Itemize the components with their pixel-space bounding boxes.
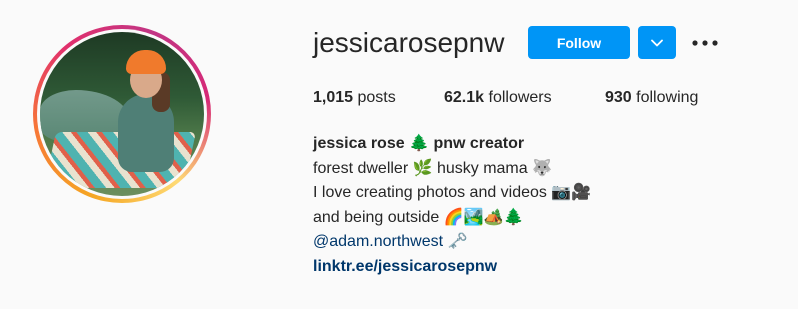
follow-button[interactable]: Follow: [528, 26, 630, 59]
following-stat[interactable]: 930 following: [605, 89, 698, 107]
posts-label: posts: [357, 89, 396, 106]
key-emoji: 🗝️: [447, 233, 468, 250]
following-count: 930: [605, 89, 632, 106]
profile-bio: jessica rose 🌲 pnw creator forest dwelle…: [313, 132, 591, 279]
avatar-person-hat: [126, 50, 166, 74]
posts-stat: 1,015 posts: [313, 89, 396, 107]
suggested-accounts-dropdown-button[interactable]: [638, 26, 676, 59]
avatar-frame: [37, 29, 207, 199]
bio-mention-line: @adam.northwest 🗝️: [313, 230, 591, 255]
posts-count: 1,015: [313, 89, 354, 106]
bio-line: and being outside 🌈🏞️🏕️🌲: [313, 208, 524, 226]
bio-line: I love creating photos and videos 📷🎥: [313, 184, 592, 201]
following-label: following: [636, 89, 699, 106]
profile-avatar-ring[interactable]: [33, 25, 211, 203]
bio-line: forest dweller 🌿 husky mama 🐺: [313, 159, 553, 177]
chevron-down-icon: [651, 39, 663, 46]
external-link[interactable]: linktr.ee/jessicarosepnw: [313, 255, 591, 280]
more-options-button[interactable]: [690, 30, 720, 56]
avatar: [40, 32, 204, 196]
profile-full-name: jessica rose 🌲 pnw creator: [313, 135, 525, 152]
followers-count: 62.1k: [444, 89, 485, 106]
profile-username: jessicarosepnw: [313, 27, 505, 58]
followers-stat[interactable]: 62.1k followers: [444, 89, 552, 107]
mention-link[interactable]: @adam.northwest: [313, 233, 443, 250]
followers-label: followers: [488, 89, 552, 106]
more-options-icon: [692, 40, 718, 46]
